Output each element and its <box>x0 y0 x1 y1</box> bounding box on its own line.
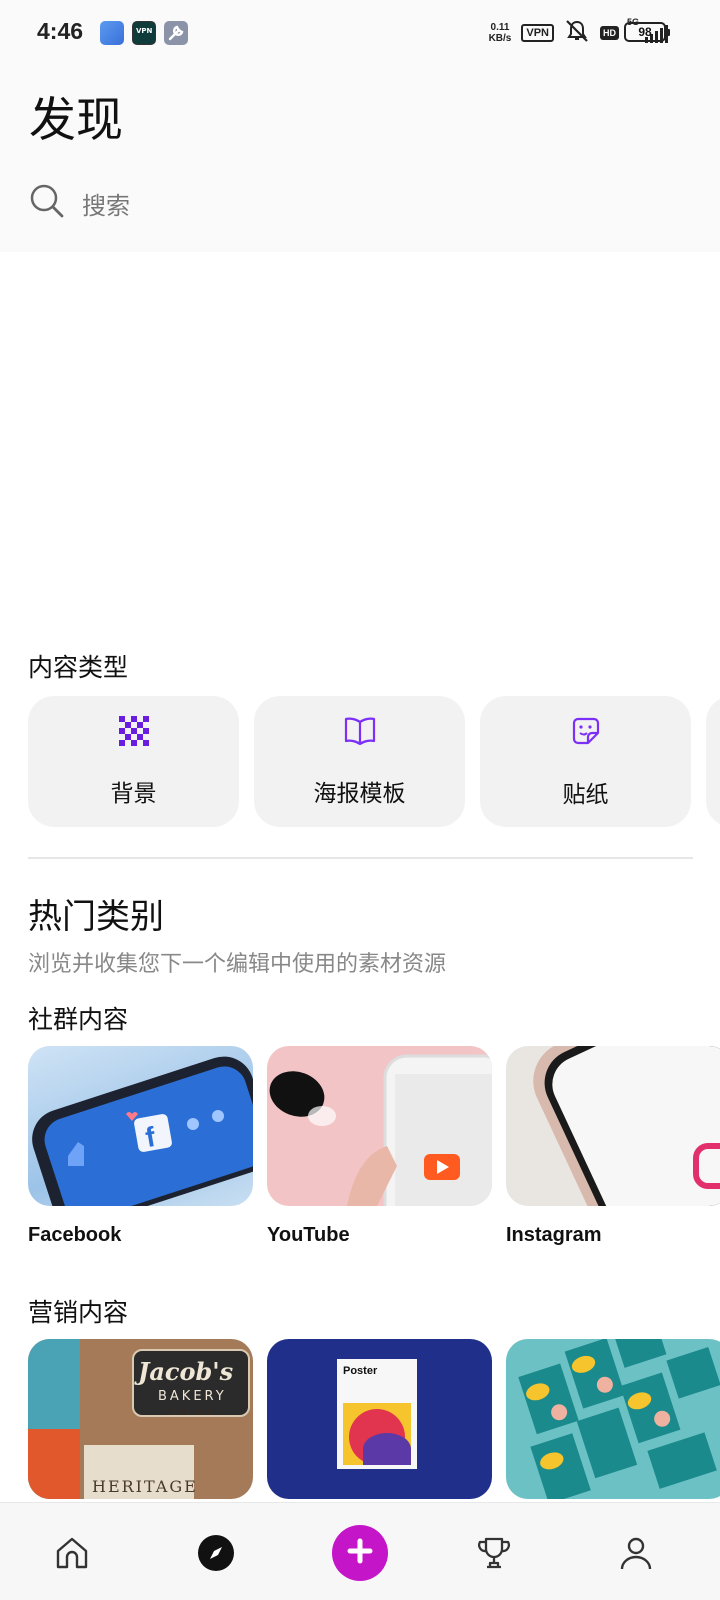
sticker-icon <box>570 715 602 751</box>
marketing-row: Jacob's BAKERY SINCE 1978 HERITAGE Poste… <box>28 1339 720 1499</box>
nav-challenges[interactable] <box>472 1533 516 1577</box>
marketing-card-poster[interactable]: Poster <box>267 1339 492 1499</box>
content-type-more[interactable] <box>706 696 720 827</box>
social-caption: Instagram <box>506 1224 602 1246</box>
mute-icon <box>564 19 590 48</box>
search-icon <box>28 182 66 224</box>
content-type-poster-template[interactable]: 海报模板 <box>254 696 465 827</box>
content-types-label: 内容类型 <box>28 653 129 682</box>
status-time: 4:46 <box>37 18 84 44</box>
bakery-thumbnail: Jacob's BAKERY SINCE 1978 HERITAGE <box>28 1339 253 1499</box>
hot-categories-subtitle: 浏览并收集您下一个编辑中使用的素材资源 <box>28 952 447 977</box>
nav-profile[interactable] <box>614 1533 658 1577</box>
hot-categories-title: 热门类别 <box>28 897 164 937</box>
tools-icon <box>164 21 188 45</box>
youtube-thumbnail <box>267 1046 492 1206</box>
templates-thumbnail <box>506 1339 720 1499</box>
home-icon <box>52 1533 92 1577</box>
bakery-brand: Jacob's <box>138 1357 234 1386</box>
create-button[interactable] <box>332 1525 388 1581</box>
instagram-thumbnail <box>506 1046 720 1206</box>
social-caption: YouTube <box>267 1224 350 1246</box>
trophy-icon <box>474 1533 514 1577</box>
social-row: f Facebook YouTube Instagram <box>28 1046 720 1247</box>
bottom-nav <box>0 1502 720 1600</box>
content-type-label: 海报模板 <box>313 780 406 807</box>
battery-indicator: 98 <box>624 22 670 42</box>
app-icon <box>100 21 124 45</box>
content-type-label: 背景 <box>110 780 157 807</box>
poster-title: Poster <box>343 1365 378 1377</box>
checkerboard-icon <box>118 715 149 750</box>
social-card-instagram[interactable]: Instagram <box>506 1046 720 1247</box>
bakery-since: SINCE 1978 <box>170 1409 212 1417</box>
nav-discover[interactable] <box>194 1533 238 1577</box>
content-type-background[interactable]: 背景 <box>28 696 239 827</box>
vpn-app-icon: VPN <box>132 21 156 45</box>
marketing-card-bakery[interactable]: Jacob's BAKERY SINCE 1978 HERITAGE <box>28 1339 253 1499</box>
facebook-thumbnail: f <box>28 1046 253 1206</box>
social-label: 社群内容 <box>28 1005 129 1034</box>
divider <box>28 857 693 859</box>
marketing-card-social-templates[interactable] <box>506 1339 720 1499</box>
page-title: 发现 <box>29 93 123 148</box>
status-bar: 4:46 VPN 0.11 KB/s VPN HD 5G 98 <box>0 0 720 62</box>
social-card-facebook[interactable]: f Facebook <box>28 1046 253 1247</box>
discover-icon <box>197 1534 235 1576</box>
search-bar[interactable]: 搜索 <box>28 182 130 224</box>
net-speed: 0.11 KB/s <box>488 22 512 44</box>
poster-thumbnail: Poster <box>267 1339 492 1499</box>
create-icon <box>346 1537 374 1569</box>
bakery-tagline: HERITAGE <box>92 1477 198 1496</box>
vpn-badge: VPN <box>521 24 554 42</box>
nav-home[interactable] <box>50 1533 94 1577</box>
content-types-row: 背景 海报模板 贴纸 <box>28 696 720 827</box>
search-input[interactable]: 搜索 <box>82 186 130 221</box>
social-caption: Facebook <box>28 1224 122 1246</box>
social-card-youtube[interactable]: YouTube <box>267 1046 492 1247</box>
profile-icon <box>617 1534 655 1576</box>
hd-badge: HD <box>600 26 619 40</box>
book-icon <box>343 716 377 750</box>
header: 发现 搜索 <box>0 62 720 252</box>
content-type-label: 贴纸 <box>562 781 609 808</box>
bakery-subtitle: BAKERY <box>158 1389 227 1404</box>
marketing-label: 营销内容 <box>28 1298 129 1327</box>
content-type-sticker[interactable]: 贴纸 <box>480 696 691 827</box>
